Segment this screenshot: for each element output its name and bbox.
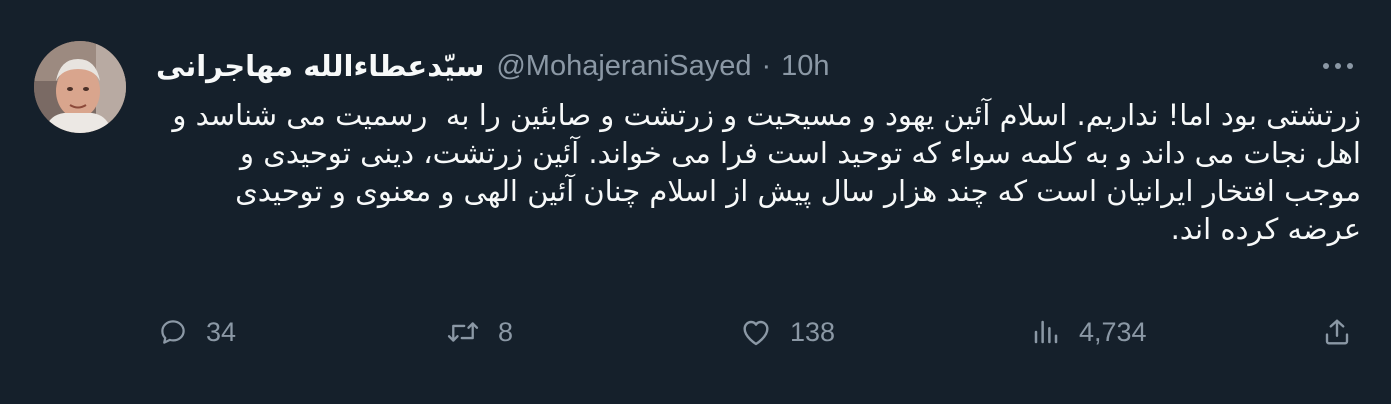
more-options-icon[interactable] xyxy=(1318,56,1358,76)
views-button[interactable]: 4,734 xyxy=(1031,310,1147,354)
avatar[interactable] xyxy=(34,41,126,133)
retweet-count: 8 xyxy=(498,316,514,347)
reply-icon xyxy=(158,317,188,347)
user-handle[interactable]: @MohajeraniSayed xyxy=(496,50,751,83)
share-button[interactable] xyxy=(1322,310,1352,354)
tweet-header: سیّدعطاءالله مهاجرانی @MohajeraniSayed ·… xyxy=(156,44,830,88)
timestamp[interactable]: 10h xyxy=(781,50,829,83)
tweet-text: زرتشتی بود اما! نداریم. اسلام آئین یهود … xyxy=(163,98,1361,246)
views-count: 4,734 xyxy=(1079,316,1147,347)
tweet: سیّدعطاءالله مهاجرانی @MohajeraniSayed ·… xyxy=(0,0,1391,404)
avatar-image xyxy=(34,41,126,133)
reply-button[interactable]: 34 xyxy=(158,310,236,354)
heart-icon xyxy=(740,317,772,347)
separator-dot: · xyxy=(761,49,772,82)
retweet-icon xyxy=(446,317,480,347)
like-button[interactable]: 138 xyxy=(740,310,835,354)
tweet-actions: 34 8 138 4,734 xyxy=(156,310,1361,354)
share-icon xyxy=(1322,317,1352,347)
views-icon xyxy=(1031,317,1061,347)
display-name[interactable]: سیّدعطاءالله مهاجرانی xyxy=(156,49,484,83)
reply-count: 34 xyxy=(206,316,237,347)
retweet-button[interactable]: 8 xyxy=(446,310,513,354)
like-count: 138 xyxy=(790,316,836,347)
